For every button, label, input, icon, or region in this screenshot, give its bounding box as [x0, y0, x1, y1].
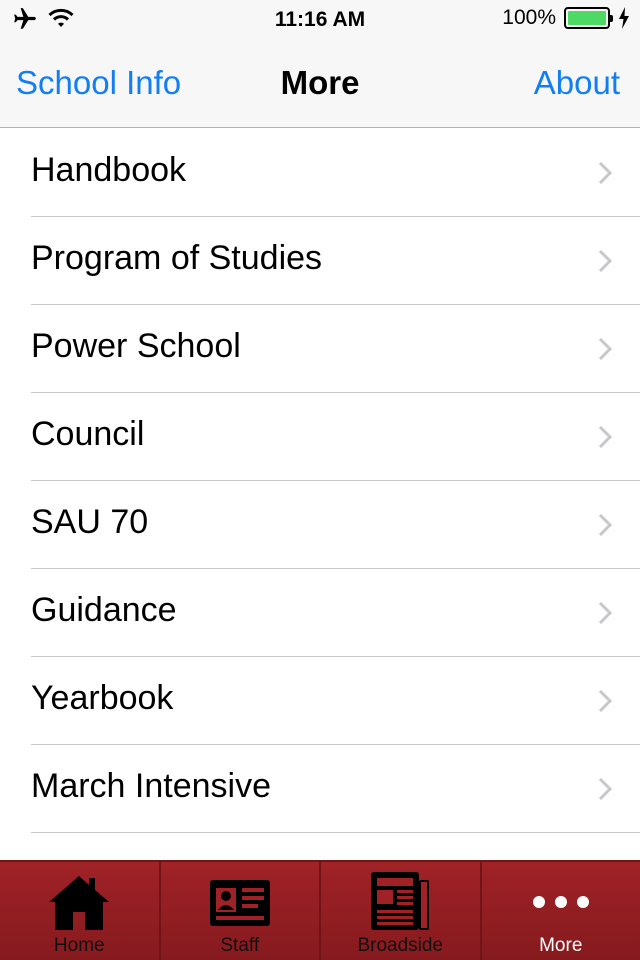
tab-label: Staff [220, 935, 260, 956]
list-item[interactable]: Handbook [0, 129, 640, 217]
list-item-label: Handbook [31, 151, 187, 189]
tab-bar: Home Staff Broadside More [0, 860, 640, 960]
chevron-right-icon [598, 777, 612, 801]
list-item[interactable]: Yearbook [0, 657, 640, 745]
chevron-right-icon [598, 513, 612, 537]
chevron-right-icon [598, 601, 612, 625]
status-right: 100% [502, 6, 630, 30]
list-item-label: March Intensive [31, 767, 271, 805]
house-icon [49, 876, 110, 930]
tab-staff[interactable]: Staff [161, 862, 321, 960]
list-item[interactable]: Power School [0, 305, 640, 393]
newspaper-icon [371, 872, 430, 930]
list-item-label: Guidance [31, 591, 177, 629]
school-info-button[interactable]: School Info [16, 64, 181, 102]
list-item[interactable]: Guidance [0, 569, 640, 657]
list-item[interactable]: SAU 70 [0, 481, 640, 569]
battery-fill [568, 11, 606, 25]
about-button[interactable]: About [534, 64, 620, 102]
charging-bolt-icon [619, 7, 629, 29]
chevron-right-icon [598, 337, 612, 361]
status-bar: 11:16 AM 100% [0, 0, 640, 40]
id-card-icon [209, 880, 270, 926]
list-item-label: Yearbook [31, 679, 174, 717]
battery-percentage: 100% [502, 6, 556, 29]
list-item-label: Power School [31, 327, 241, 365]
navigation-bar: School Info More About [0, 40, 640, 128]
chevron-right-icon [598, 425, 612, 449]
list-item-label: Program of Studies [31, 239, 323, 277]
tab-home[interactable]: Home [0, 862, 161, 960]
battery-icon [564, 7, 613, 29]
list-item-label: SAU 70 [31, 503, 149, 541]
list-item[interactable]: Council [0, 393, 640, 481]
tab-label: Broadside [357, 935, 444, 956]
list-item[interactable]: Program of Studies [0, 217, 640, 305]
chevron-right-icon [598, 689, 612, 713]
list-item-label: Council [31, 415, 145, 453]
more-menu-list: Handbook Program of Studies Power School Co… [0, 129, 640, 860]
tab-label: More [539, 935, 583, 956]
more-dots-icon [532, 896, 589, 908]
tab-broadside[interactable]: Broadside [321, 862, 482, 960]
tab-label: Home [53, 935, 105, 956]
list-item[interactable]: March Intensive [0, 745, 640, 833]
chevron-right-icon [598, 249, 612, 273]
chevron-right-icon [598, 161, 612, 185]
tab-more[interactable]: More [482, 862, 640, 960]
